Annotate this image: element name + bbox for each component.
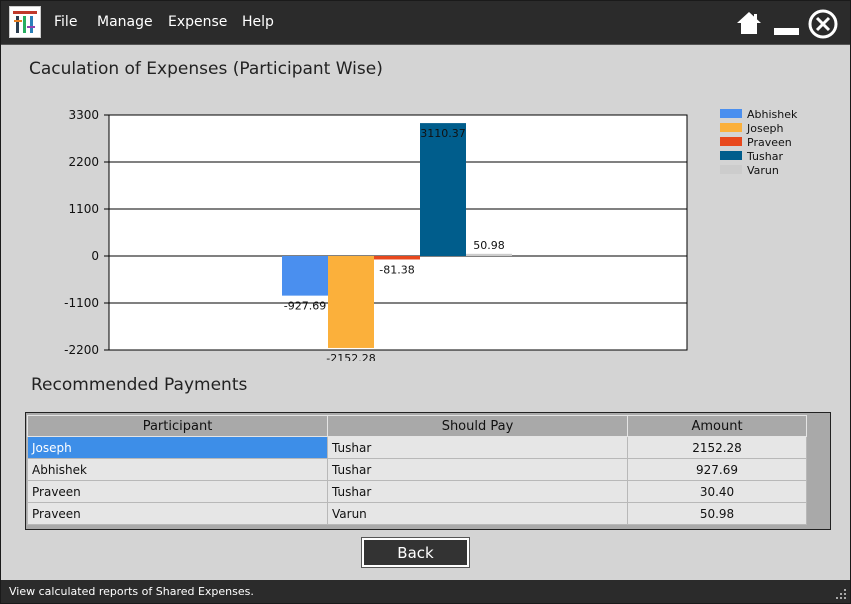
cell-participant[interactable]: Praveen [27,480,328,503]
cell-should-pay[interactable]: Tushar [327,436,628,459]
menu-help[interactable]: Help [242,14,274,30]
cell-amount[interactable]: 927.69 [627,458,807,481]
legend-label: Abhishek [747,108,798,121]
table-row[interactable]: Praveen Tushar 30.40 [27,480,807,503]
section-title: Recommended Payments [31,375,248,395]
cell-should-pay[interactable]: Tushar [327,458,628,481]
menu-file[interactable]: File [54,14,77,30]
legend-swatch [720,151,742,160]
table-row[interactable]: Praveen Varun 50.98 [27,502,807,525]
y-tick-label: -2200 [64,343,99,357]
menu-manage[interactable]: Manage [97,14,153,30]
y-tick-label: 0 [91,249,99,263]
table-row[interactable]: Joseph Tushar 2152.28 [27,436,807,459]
data-label: -81.38 [379,263,414,276]
data-label: 50.98 [473,239,505,252]
status-text: View calculated reports of Shared Expens… [9,585,254,598]
payments-grid: Participant Should Pay Amount Joseph Tus… [25,412,831,530]
minimize-icon[interactable] [774,28,799,35]
column-header-amount[interactable]: Amount [627,415,807,437]
y-tick-label: 3300 [68,108,99,122]
page-title: Caculation of Expenses (Participant Wise… [29,59,383,79]
y-tick-label: -1100 [64,296,99,310]
app-logo-icon [9,6,41,38]
column-header-participant[interactable]: Participant [27,415,328,437]
legend-swatch [720,109,742,118]
data-label: -2152.28 [326,352,375,361]
bar-praveen [374,256,420,260]
cell-participant[interactable]: Praveen [27,502,328,525]
column-header-should-pay[interactable]: Should Pay [327,415,628,437]
menu-expense[interactable]: Expense [168,14,227,30]
legend-swatch [720,137,742,146]
title-bar: File Manage Expense Help [1,1,850,45]
legend-swatch [720,165,742,174]
resize-grip-icon[interactable] [836,589,846,599]
cell-amount[interactable]: 50.98 [627,502,807,525]
legend-label: Tushar [746,150,783,163]
table-header-row: Participant Should Pay Amount [27,415,807,437]
back-button[interactable]: Back [362,538,469,567]
app-window: File Manage Expense Help Caculation of E… [0,0,851,604]
legend-label: Praveen [747,136,792,149]
payments-table: Participant Should Pay Amount Joseph Tus… [27,415,807,525]
data-label: -927.69 [284,300,326,313]
table-row[interactable]: Abhishek Tushar 927.69 [27,458,807,481]
bar-joseph [328,256,374,348]
y-tick-label: 2200 [68,155,99,169]
cell-participant[interactable]: Joseph [27,436,328,459]
legend-label: Joseph [746,122,783,135]
plot-area [108,114,688,351]
legend-swatch [720,123,742,132]
y-tick-label: 1100 [68,202,99,216]
home-icon[interactable] [736,11,762,35]
close-icon[interactable] [808,9,838,39]
bar-varun [466,253,512,256]
cell-amount[interactable]: 2152.28 [627,436,807,459]
data-label: 3110.37 [420,127,466,140]
cell-participant[interactable]: Abhishek [27,458,328,481]
cell-should-pay[interactable]: Varun [327,502,628,525]
bar-tushar [420,123,466,256]
status-bar: View calculated reports of Shared Expens… [1,580,850,603]
bar-abhishek [282,256,328,296]
legend-label: Varun [747,164,779,177]
expense-chart: 3300 2200 1100 0 -1100 -2200 -927.69 -2152.28 -8… [64,108,798,361]
cell-amount[interactable]: 30.40 [627,480,807,503]
cell-should-pay[interactable]: Tushar [327,480,628,503]
